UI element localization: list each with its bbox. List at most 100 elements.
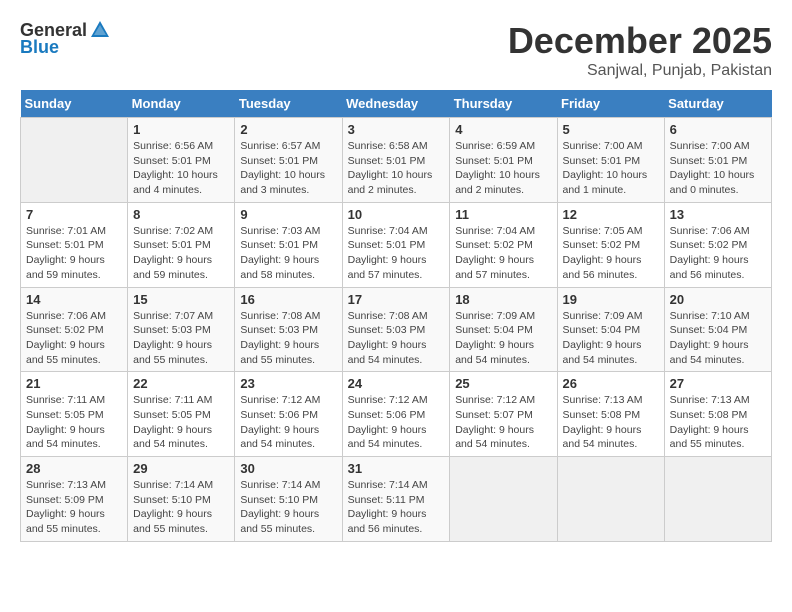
day-number: 4: [455, 122, 551, 137]
calendar-cell: 23 Sunrise: 7:12 AMSunset: 5:06 PMDayligh…: [235, 372, 342, 457]
calendar-cell: 14 Sunrise: 7:06 AMSunset: 5:02 PMDayligh…: [21, 287, 128, 372]
calendar-cell: 13 Sunrise: 7:06 AMSunset: 5:02 PMDayligh…: [664, 202, 771, 287]
calendar-cell: 28 Sunrise: 7:13 AMSunset: 5:09 PMDayligh…: [21, 457, 128, 542]
day-info: Sunrise: 7:12 AMSunset: 5:06 PMDaylight:…: [348, 393, 445, 452]
day-of-week-header: Saturday: [664, 90, 771, 118]
calendar-cell: 7 Sunrise: 7:01 AMSunset: 5:01 PMDaylight…: [21, 202, 128, 287]
day-number: 29: [133, 461, 229, 476]
calendar-week-row: 7 Sunrise: 7:01 AMSunset: 5:01 PMDaylight…: [21, 202, 772, 287]
day-number: 1: [133, 122, 229, 137]
day-number: 20: [670, 292, 766, 307]
day-of-week-header: Friday: [557, 90, 664, 118]
calendar-cell: 19 Sunrise: 7:09 AMSunset: 5:04 PMDayligh…: [557, 287, 664, 372]
calendar-cell: 11 Sunrise: 7:04 AMSunset: 5:02 PMDayligh…: [450, 202, 557, 287]
day-info: Sunrise: 7:04 AMSunset: 5:01 PMDaylight:…: [348, 224, 445, 283]
day-number: 19: [563, 292, 659, 307]
day-number: 6: [670, 122, 766, 137]
day-number: 28: [26, 461, 122, 476]
calendar-cell: 2 Sunrise: 6:57 AMSunset: 5:01 PMDaylight…: [235, 118, 342, 203]
day-info: Sunrise: 6:57 AMSunset: 5:01 PMDaylight:…: [240, 139, 336, 198]
day-info: Sunrise: 7:11 AMSunset: 5:05 PMDaylight:…: [26, 393, 122, 452]
calendar-cell: 27 Sunrise: 7:13 AMSunset: 5:08 PMDayligh…: [664, 372, 771, 457]
calendar-cell: 25 Sunrise: 7:12 AMSunset: 5:07 PMDayligh…: [450, 372, 557, 457]
calendar-cell: 12 Sunrise: 7:05 AMSunset: 5:02 PMDayligh…: [557, 202, 664, 287]
day-number: 30: [240, 461, 336, 476]
day-info: Sunrise: 7:06 AMSunset: 5:02 PMDaylight:…: [26, 309, 122, 368]
calendar-cell: 9Sunrise: 7:03 AMSunset: 5:01 PMDaylight…: [235, 202, 342, 287]
calendar-cell: 1 Sunrise: 6:56 AMSunset: 5:01 PMDaylight…: [128, 118, 235, 203]
day-number: 13: [670, 207, 766, 222]
day-info: Sunrise: 7:12 AMSunset: 5:06 PMDaylight:…: [240, 393, 336, 452]
day-number: 10: [348, 207, 445, 222]
calendar-cell: 6 Sunrise: 7:00 AMSunset: 5:01 PMDaylight…: [664, 118, 771, 203]
day-number: 18: [455, 292, 551, 307]
day-info: Sunrise: 7:13 AMSunset: 5:08 PMDaylight:…: [670, 393, 766, 452]
day-info: Sunrise: 7:09 AMSunset: 5:04 PMDaylight:…: [455, 309, 551, 368]
calendar-cell: 31 Sunrise: 7:14 AMSunset: 5:11 PMDayligh…: [342, 457, 450, 542]
day-number: 26: [563, 376, 659, 391]
day-number: 9: [240, 207, 336, 222]
day-number: 11: [455, 207, 551, 222]
calendar-cell: 18 Sunrise: 7:09 AMSunset: 5:04 PMDayligh…: [450, 287, 557, 372]
day-info: Sunrise: 7:01 AMSunset: 5:01 PMDaylight:…: [26, 224, 122, 283]
calendar-cell: 24Sunrise: 7:12 AMSunset: 5:06 PMDayligh…: [342, 372, 450, 457]
day-of-week-header: Wednesday: [342, 90, 450, 118]
calendar-cell: 17Sunrise: 7:08 AMSunset: 5:03 PMDayligh…: [342, 287, 450, 372]
day-info: Sunrise: 7:02 AMSunset: 5:01 PMDaylight:…: [133, 224, 229, 283]
calendar-cell: 5 Sunrise: 7:00 AMSunset: 5:01 PMDaylight…: [557, 118, 664, 203]
day-info: Sunrise: 7:07 AMSunset: 5:03 PMDaylight:…: [133, 309, 229, 368]
day-number: 21: [26, 376, 122, 391]
calendar-week-row: 14 Sunrise: 7:06 AMSunset: 5:02 PMDayligh…: [21, 287, 772, 372]
calendar-week-row: 1 Sunrise: 6:56 AMSunset: 5:01 PMDaylight…: [21, 118, 772, 203]
day-info: Sunrise: 6:59 AMSunset: 5:01 PMDaylight:…: [455, 139, 551, 198]
calendar-cell: 21 Sunrise: 7:11 AMSunset: 5:05 PMDayligh…: [21, 372, 128, 457]
day-info: Sunrise: 7:13 AMSunset: 5:08 PMDaylight:…: [563, 393, 659, 452]
day-info: Sunrise: 7:12 AMSunset: 5:07 PMDaylight:…: [455, 393, 551, 452]
day-of-week-header: Tuesday: [235, 90, 342, 118]
day-number: 14: [26, 292, 122, 307]
day-info: Sunrise: 7:08 AMSunset: 5:03 PMDaylight:…: [348, 309, 445, 368]
day-number: 2: [240, 122, 336, 137]
day-number: 27: [670, 376, 766, 391]
day-of-week-header: Monday: [128, 90, 235, 118]
day-number: 23: [240, 376, 336, 391]
day-info: Sunrise: 7:04 AMSunset: 5:02 PMDaylight:…: [455, 224, 551, 283]
calendar-cell: 16 Sunrise: 7:08 AMSunset: 5:03 PMDayligh…: [235, 287, 342, 372]
day-number: 5: [563, 122, 659, 137]
calendar-cell: 3Sunrise: 6:58 AMSunset: 5:01 PMDaylight…: [342, 118, 450, 203]
day-number: 16: [240, 292, 336, 307]
day-info: Sunrise: 7:09 AMSunset: 5:04 PMDaylight:…: [563, 309, 659, 368]
day-number: 22: [133, 376, 229, 391]
day-info: Sunrise: 6:56 AMSunset: 5:01 PMDaylight:…: [133, 139, 229, 198]
calendar-cell: 20Sunrise: 7:10 AMSunset: 5:04 PMDayligh…: [664, 287, 771, 372]
day-number: 15: [133, 292, 229, 307]
day-info: Sunrise: 7:14 AMSunset: 5:11 PMDaylight:…: [348, 478, 445, 537]
logo: General Blue: [20, 20, 111, 58]
calendar-title: December 2025: [508, 20, 772, 62]
day-info: Sunrise: 7:00 AMSunset: 5:01 PMDaylight:…: [563, 139, 659, 198]
day-number: 12: [563, 207, 659, 222]
day-info: Sunrise: 7:13 AMSunset: 5:09 PMDaylight:…: [26, 478, 122, 537]
day-number: 7: [26, 207, 122, 222]
day-number: 25: [455, 376, 551, 391]
calendar-cell: 4 Sunrise: 6:59 AMSunset: 5:01 PMDaylight…: [450, 118, 557, 203]
logo-blue-text: Blue: [20, 37, 59, 58]
calendar-cell: 26 Sunrise: 7:13 AMSunset: 5:08 PMDayligh…: [557, 372, 664, 457]
day-info: Sunrise: 7:08 AMSunset: 5:03 PMDaylight:…: [240, 309, 336, 368]
calendar-subtitle: Sanjwal, Punjab, Pakistan: [508, 62, 772, 80]
calendar-week-row: 21 Sunrise: 7:11 AMSunset: 5:05 PMDayligh…: [21, 372, 772, 457]
day-info: Sunrise: 7:00 AMSunset: 5:01 PMDaylight:…: [670, 139, 766, 198]
day-info: Sunrise: 7:05 AMSunset: 5:02 PMDaylight:…: [563, 224, 659, 283]
calendar-cell: [450, 457, 557, 542]
day-info: Sunrise: 6:58 AMSunset: 5:01 PMDaylight:…: [348, 139, 445, 198]
day-info: Sunrise: 7:06 AMSunset: 5:02 PMDaylight:…: [670, 224, 766, 283]
calendar-cell: 15 Sunrise: 7:07 AMSunset: 5:03 PMDayligh…: [128, 287, 235, 372]
day-number: 31: [348, 461, 445, 476]
day-of-week-header: Sunday: [21, 90, 128, 118]
day-info: Sunrise: 7:11 AMSunset: 5:05 PMDaylight:…: [133, 393, 229, 452]
calendar-header-row: SundayMondayTuesdayWednesdayThursdayFrid…: [21, 90, 772, 118]
day-info: Sunrise: 7:14 AMSunset: 5:10 PMDaylight:…: [240, 478, 336, 537]
day-of-week-header: Thursday: [450, 90, 557, 118]
day-info: Sunrise: 7:14 AMSunset: 5:10 PMDaylight:…: [133, 478, 229, 537]
day-number: 8: [133, 207, 229, 222]
